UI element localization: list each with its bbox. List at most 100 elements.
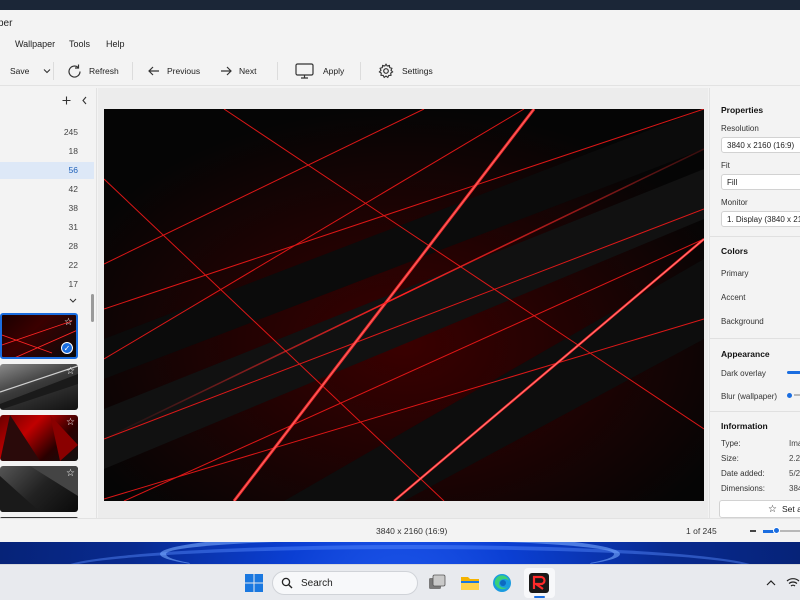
collections-header [0, 90, 97, 108]
collection-count: 18 [68, 146, 78, 156]
scrollbar-thumb[interactable] [91, 294, 94, 322]
previous-button[interactable]: Previous [147, 60, 200, 82]
toolbar-separator [132, 62, 133, 80]
toolbar-separator [53, 62, 54, 80]
app-window: per Wallpaper Tools Help Save Refresh Pr… [0, 10, 800, 542]
properties-panel: Properties Resolution 3840 x 2160 (16:9)… [709, 88, 800, 518]
title-bar[interactable]: per [0, 10, 800, 36]
size-value: 2.24 [789, 454, 800, 463]
star-icon: ☆ [768, 503, 777, 515]
date-added-label: Date added: [721, 469, 765, 478]
search-placeholder: Search [301, 577, 333, 589]
collection-item[interactable]: 42 [0, 181, 94, 198]
type-value: Ima [789, 439, 800, 448]
dark-overlay-slider[interactable] [787, 371, 800, 374]
menu-help[interactable]: Help [106, 39, 125, 49]
dimensions-label: Dimensions: [721, 484, 766, 493]
favorite-star-icon[interactable]: ☆ [64, 317, 73, 328]
collection-item[interactable]: 245 [0, 124, 94, 141]
accent-color-label: Accent [721, 293, 746, 302]
collection-item[interactable]: 38 [0, 200, 94, 217]
chevron-down-icon[interactable] [69, 298, 77, 304]
menu-bar: Wallpaper Tools Help [0, 36, 800, 54]
thumbnail-item[interactable]: ☆ ✓ [0, 313, 78, 359]
app-title: per [0, 18, 13, 29]
monitor-select[interactable]: 1. Display (3840 x 2160) [721, 211, 800, 227]
collection-item[interactable]: 18 [0, 143, 94, 160]
wallpaper-preview[interactable] [104, 109, 704, 501]
favorite-star-icon[interactable]: ☆ [66, 366, 75, 377]
section-divider [710, 338, 800, 339]
collection-item[interactable]: 17 [0, 276, 94, 293]
selected-check-icon: ✓ [61, 342, 73, 354]
file-explorer-icon[interactable] [459, 572, 481, 594]
properties-header: Properties [721, 105, 764, 115]
menu-wallpaper[interactable]: Wallpaper [15, 39, 55, 49]
fit-select[interactable]: Fill [721, 174, 800, 190]
monitor-icon [295, 63, 314, 79]
thumbnail-item[interactable]: ☆ [0, 364, 78, 410]
refresh-icon [68, 64, 81, 78]
wifi-icon[interactable] [786, 577, 800, 588]
collection-count: 28 [68, 241, 78, 251]
next-label: Next [239, 66, 257, 76]
blur-slider[interactable] [787, 393, 792, 398]
primary-color-label: Primary [721, 269, 749, 278]
previous-label: Previous [167, 66, 201, 76]
zoom-out-icon[interactable] [750, 530, 756, 532]
collection-count: 42 [68, 184, 78, 194]
wallpaper-app-icon[interactable] [528, 572, 550, 594]
toolbar-separator [277, 62, 278, 80]
settings-button[interactable]: Settings [378, 60, 433, 82]
arrow-right-icon [221, 66, 232, 76]
date-added-value: 5/20 [789, 469, 800, 478]
set-button-label: Set a [781, 504, 800, 514]
favorite-star-icon[interactable]: ☆ [66, 417, 75, 428]
wallpaper-image [104, 109, 704, 501]
collection-item[interactable]: 56 [0, 162, 94, 179]
arrow-left-icon [148, 66, 159, 76]
section-divider [710, 236, 800, 237]
toolbar-separator [360, 62, 361, 80]
taskbar: Search [0, 564, 800, 600]
resolution-label: Resolution [721, 124, 759, 133]
background-color-label: Background [721, 317, 764, 326]
search-icon [281, 577, 293, 589]
size-label: Size: [721, 454, 739, 463]
chevron-down-icon [43, 69, 51, 74]
collections-panel: 245 18 56 42 38 31 28 22 17 ☆ ✓ ☆ ☆ ☆ [0, 88, 97, 521]
resolution-select[interactable]: 3840 x 2160 (16:9) [721, 137, 800, 153]
save-button[interactable]: Save [10, 60, 51, 82]
add-icon[interactable] [62, 96, 71, 105]
set-as-wallpaper-button[interactable]: ☆ Set a [719, 500, 800, 518]
section-divider [710, 411, 800, 412]
apply-label: Apply [323, 66, 345, 76]
collection-count: 17 [68, 279, 78, 289]
task-view-icon[interactable] [426, 572, 448, 594]
taskbar-search-box[interactable]: Search [272, 571, 418, 595]
next-button[interactable]: Next [219, 60, 256, 82]
chevron-left-icon[interactable] [81, 96, 88, 105]
gear-icon [378, 63, 394, 79]
collection-item[interactable]: 31 [0, 219, 94, 236]
refresh-button[interactable]: Refresh [66, 60, 119, 82]
favorite-star-icon[interactable]: ☆ [66, 468, 75, 479]
status-bar: 3840 x 2160 (16:9) 1 of 245 [0, 518, 800, 542]
menu-tools[interactable]: Tools [69, 39, 90, 49]
thumbnail-item[interactable]: ☆ [0, 466, 78, 512]
preview-area [98, 88, 708, 518]
chevron-up-icon[interactable] [766, 579, 776, 586]
collection-item[interactable]: 28 [0, 238, 94, 255]
apply-button[interactable]: Apply [295, 60, 344, 82]
collection-count: 245 [63, 127, 78, 137]
collection-item[interactable]: 22 [0, 257, 94, 274]
dimensions-value: 384 [789, 484, 800, 493]
refresh-label: Refresh [89, 66, 119, 76]
collection-count: 22 [68, 260, 78, 270]
thumbnail-item[interactable]: ☆ [0, 415, 78, 461]
start-windows-icon[interactable] [243, 572, 265, 594]
edge-browser-icon[interactable] [491, 572, 513, 594]
type-label: Type: [721, 439, 741, 448]
zoom-slider-thumb[interactable] [773, 527, 780, 534]
desktop-top-strip [0, 0, 800, 10]
